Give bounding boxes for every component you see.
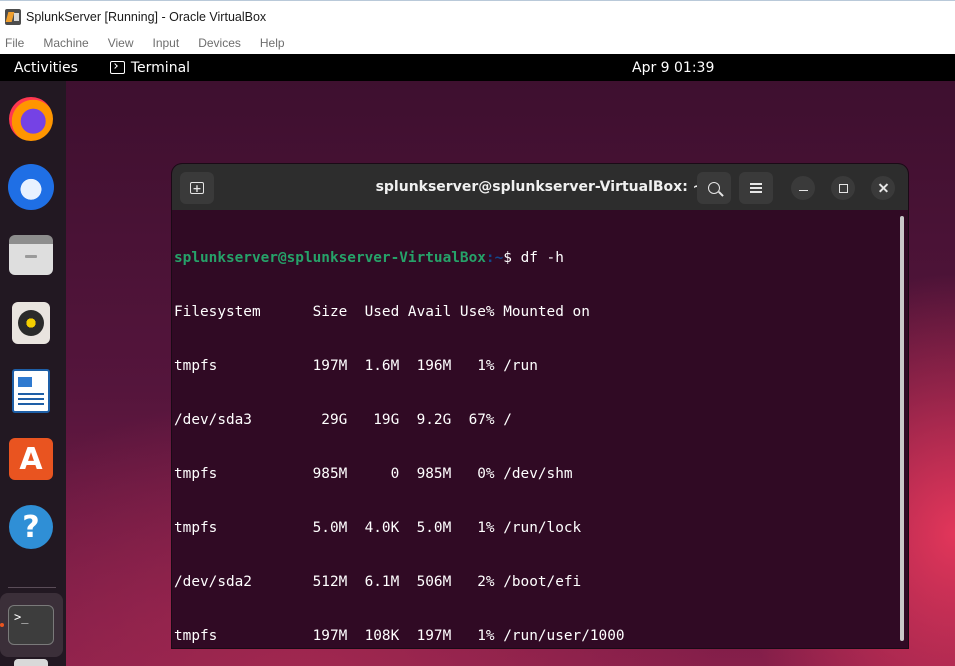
menu-view[interactable]: View [108,36,134,50]
virtualbox-app-icon [5,8,21,25]
prompt-path: :~ [485,250,504,266]
app-center-icon: A [9,438,53,480]
close-icon [878,183,889,194]
minimize-icon [798,189,808,192]
search-icon [708,182,720,194]
terminal-output[interactable]: splunkserver@splunkserver-VirtualBox:~$ … [174,213,898,644]
rhythmbox-icon [12,302,50,344]
maximize-icon [838,183,848,193]
close-button[interactable] [871,176,895,200]
prompt-symbol: $ [503,250,521,266]
hamburger-menu-icon [750,187,762,189]
maximize-button[interactable] [831,176,855,200]
dock-item-thunderbird[interactable] [8,164,54,210]
menu-button[interactable] [739,172,773,204]
activities-button[interactable]: Activities [14,60,78,76]
dock-item-files[interactable] [8,232,54,278]
menu-file[interactable]: File [5,36,24,50]
terminal-headerbar[interactable]: + splunkserver@splunkserver-VirtualBox: … [172,164,908,210]
dock-item-trash[interactable] [8,643,54,666]
dock-item-terminal[interactable]: >_ [8,602,54,648]
terminal-icon: >_ [8,605,54,645]
scrollbar[interactable] [900,216,904,641]
dock-item-rhythmbox[interactable] [8,300,54,346]
output-row: /dev/sda3 29G 19G 9.2G 67% / [174,412,512,428]
minimize-button[interactable] [791,176,815,200]
dock-item-app-center[interactable]: A [8,436,54,482]
virtualbox-menubar: File Machine View Input Devices Help [0,32,955,54]
search-button[interactable] [697,172,731,204]
files-icon [9,235,53,275]
dock-separator [8,587,56,588]
running-indicator [0,623,4,627]
trash-icon [14,659,48,666]
output-row: /dev/sda2 512M 6.1M 506M 2% /boot/efi [174,574,582,590]
firefox-icon [9,97,53,141]
terminal-window[interactable]: + splunkserver@splunkserver-VirtualBox: … [172,164,908,648]
app-menu-label: Terminal [130,59,191,76]
thunderbird-icon [8,164,54,210]
output-header: Filesystem Size Used Avail Use% Mounted … [174,304,590,320]
libreoffice-writer-icon [12,369,50,413]
window-title: SplunkServer [Running] - Oracle VirtualB… [26,9,267,24]
app-menu[interactable]: Terminal [109,59,191,76]
menu-devices[interactable]: Devices [198,36,241,50]
dock-item-firefox[interactable] [8,96,54,142]
help-icon: ? [9,505,53,549]
output-row: tmpfs 197M 1.6M 196M 1% /run [174,358,538,374]
prompt-line: splunkserver@splunkserver-VirtualBox:~$ … [174,249,898,267]
output-row: tmpfs 197M 108K 197M 1% /run/user/1000 [174,628,625,644]
virtualbox-titlebar: SplunkServer [Running] - Oracle VirtualB… [0,0,955,32]
gnome-top-bar: Activities Terminal Apr 9 01:39 [0,54,955,81]
menu-help[interactable]: Help [260,36,285,50]
dock-item-help[interactable]: ? [8,504,54,550]
prompt-user: splunkserver@splunkserver-VirtualBox [174,250,486,266]
guest-screen: Activities Terminal Apr 9 01:39 A ? >_ +… [0,54,955,666]
terminal-icon [109,61,125,74]
menu-input[interactable]: Input [153,36,180,50]
output-row: tmpfs 5.0M 4.0K 5.0M 1% /run/lock [174,520,582,536]
command-text: df -h [520,250,564,266]
output-row: tmpfs 985M 0 985M 0% /dev/shm [174,466,573,482]
menu-machine[interactable]: Machine [43,36,88,50]
dock: A ? >_ [0,81,66,666]
clock[interactable]: Apr 9 01:39 [632,60,714,76]
dock-item-writer[interactable] [8,368,54,414]
